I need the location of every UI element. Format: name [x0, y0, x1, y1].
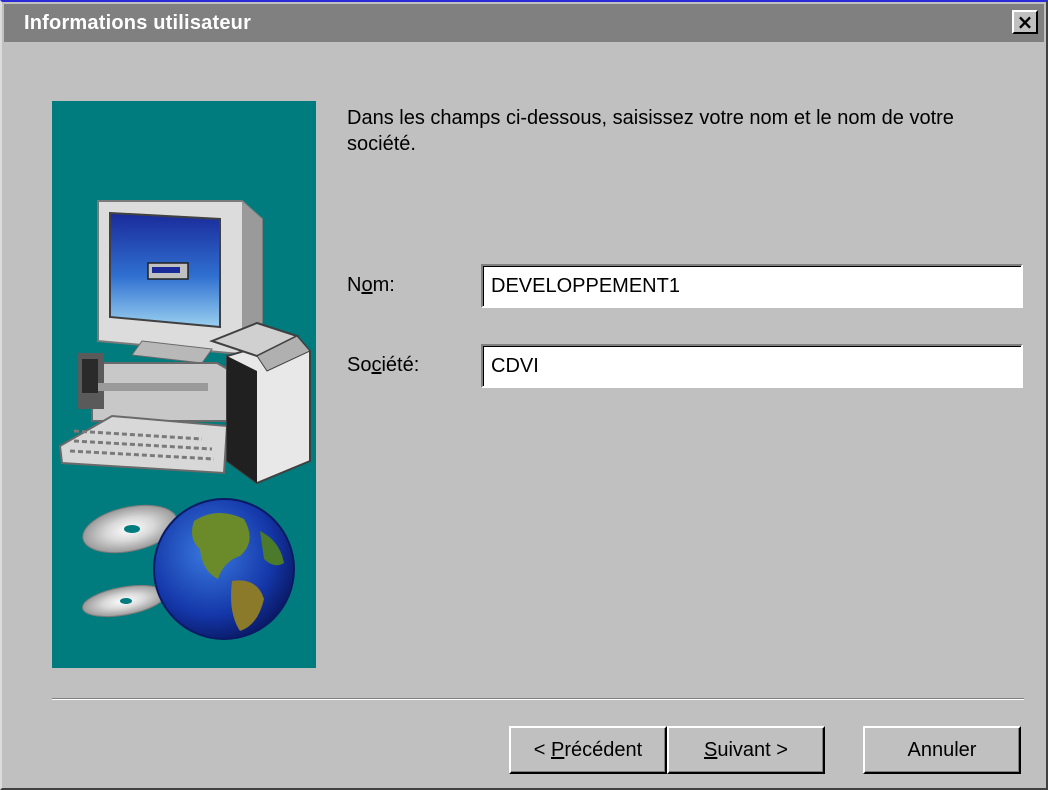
close-icon: ×	[1016, 10, 1034, 34]
cancel-button[interactable]: Annuler	[863, 726, 1021, 774]
instruction-text: Dans les champs ci-dessous, saisissez vo…	[347, 107, 954, 155]
next-button[interactable]: Suivant >	[667, 726, 825, 774]
globe-icon	[153, 498, 295, 640]
computer-case-icon	[78, 353, 253, 422]
title-bar[interactable]: Informations utilisateur ×	[4, 4, 1044, 42]
keyboard-icon	[58, 414, 229, 475]
setup-illustration	[52, 101, 316, 668]
divider	[52, 698, 1024, 700]
societe-label: Société:	[347, 354, 420, 376]
window-title: Informations utilisateur	[24, 11, 252, 34]
nom-label: Nom:	[347, 274, 395, 296]
close-button[interactable]: ×	[1012, 10, 1038, 34]
nom-input[interactable]	[481, 264, 1023, 308]
previous-button[interactable]: < Précédent	[509, 726, 667, 774]
societe-input[interactable]	[481, 344, 1023, 388]
setup-dialog: Informations utilisateur × Dans les cham…	[0, 0, 1048, 790]
